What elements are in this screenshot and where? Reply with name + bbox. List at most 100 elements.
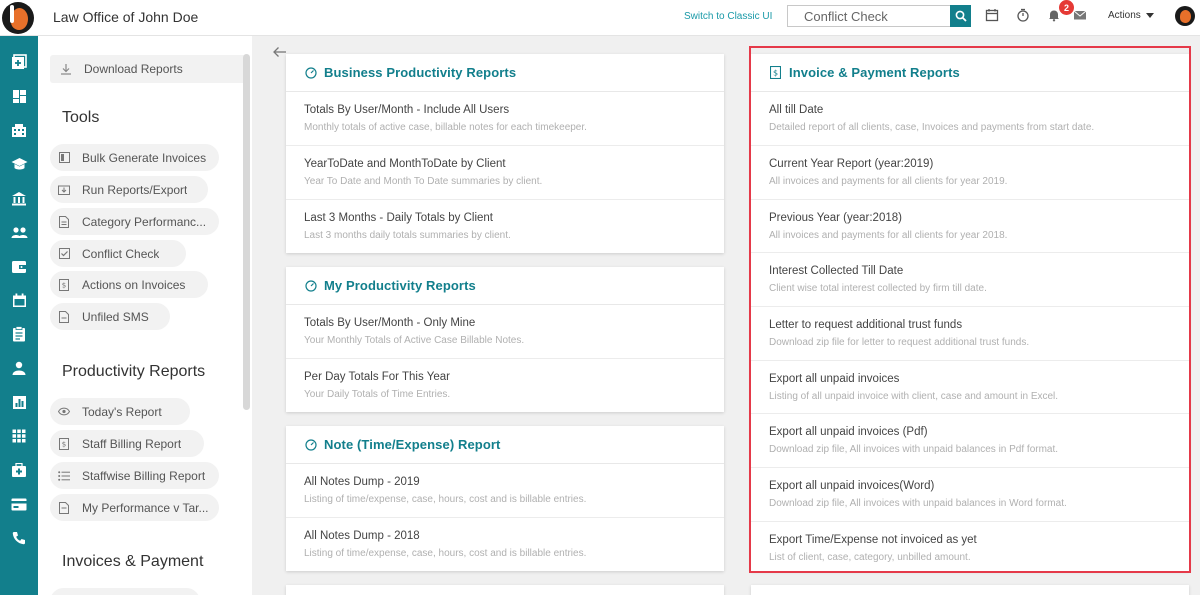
report-row[interactable]: YearToDate and MonthToDate by Client Yea…	[286, 146, 724, 200]
tool-run-reports-export[interactable]: Run Reports/Export	[50, 176, 208, 203]
speedometer-icon	[304, 279, 317, 292]
rail-item-bank[interactable]	[0, 181, 38, 215]
card-title: Invoice & Payment Reports	[789, 65, 960, 80]
user-avatar[interactable]	[1175, 6, 1195, 26]
invoice-icon: $	[769, 66, 782, 79]
tool-conflict-check[interactable]: Conflict Check	[50, 240, 186, 267]
icon-rail	[0, 36, 38, 595]
rail-item-education[interactable]	[0, 147, 38, 181]
search-button[interactable]	[950, 5, 971, 27]
bank-icon	[12, 191, 26, 205]
top-bar: Law Office of John Doe Switch to Classic…	[0, 0, 1200, 36]
app-logo[interactable]	[2, 2, 34, 34]
card-header: My Productivity Reports	[286, 267, 724, 305]
rail-item-wallet[interactable]	[0, 249, 38, 283]
report-title: Current Year Report (year:2019)	[769, 158, 934, 170]
report-row[interactable]: Export Time/Expense not invoiced as yet …	[751, 522, 1189, 571]
tool-unfiled-sms[interactable]: Unfiled SMS	[50, 303, 170, 330]
envelope-icon	[1073, 10, 1087, 20]
rail-item-users[interactable]	[0, 215, 38, 249]
download-icon	[60, 63, 72, 75]
svg-text:$: $	[773, 69, 778, 78]
messages-button[interactable]	[1071, 6, 1089, 24]
report-row[interactable]: Current Year Report (year:2019) All invo…	[751, 146, 1189, 200]
rail-item-medical[interactable]	[0, 453, 38, 487]
tool-bulk-generate-invoices[interactable]: Bulk Generate Invoices	[50, 144, 219, 171]
export-icon	[58, 184, 70, 196]
card-header: Business Productivity Reports	[286, 54, 724, 92]
report-label: My Performance v Tar...	[82, 500, 209, 515]
note-time-expense-card: Note (Time/Expense) Report All Notes Dum…	[286, 426, 724, 571]
report-my-performance[interactable]: My Performance v Tar...	[50, 494, 219, 521]
report-title: Interest Collected Till Date	[769, 265, 904, 277]
actions-dropdown[interactable]: Actions	[1108, 10, 1154, 21]
report-subtitle: Last 3 months daily totals summaries by …	[304, 230, 511, 241]
next-card-partial	[751, 585, 1189, 595]
report-title: Export all unpaid invoices (Pdf)	[769, 426, 928, 438]
report-todays-report[interactable]: Today's Report	[50, 398, 190, 425]
report-staffwise-billing[interactable]: Staffwise Billing Report	[50, 462, 219, 489]
report-row[interactable]: Last 3 Months - Daily Totals by Client L…	[286, 200, 724, 253]
rail-item-calendar[interactable]	[0, 283, 38, 317]
rail-item-buildings[interactable]	[0, 113, 38, 147]
report-row[interactable]: Letter to request additional trust funds…	[751, 307, 1189, 361]
switch-classic-ui-link[interactable]: Switch to Classic UI	[684, 11, 772, 22]
invoices-payment-heading: Invoices & Payment	[62, 553, 204, 570]
report-row[interactable]: Totals By User/Month - Include All Users…	[286, 92, 724, 146]
timer-button[interactable]	[1014, 6, 1032, 24]
card-header: Note (Time/Expense) Report	[286, 426, 724, 464]
conflict-check-search	[787, 5, 971, 27]
report-row[interactable]: Export all unpaid invoices Listing of al…	[751, 361, 1189, 414]
rail-item-reports[interactable]	[0, 385, 38, 419]
tools-heading: Tools	[62, 109, 100, 126]
report-row[interactable]: All till Date Detailed report of all cli…	[751, 92, 1189, 146]
productivity-reports-heading: Productivity Reports	[62, 363, 206, 380]
tool-category-performance[interactable]: Category Performanc...	[50, 208, 219, 235]
invoice-icon: $	[58, 437, 70, 450]
calendar-button[interactable]	[983, 6, 1001, 24]
report-title: Last 3 Months - Daily Totals by Client	[304, 212, 493, 224]
calendar-icon	[12, 293, 26, 307]
business-productivity-card: Business Productivity Reports Totals By …	[286, 54, 724, 253]
report-row[interactable]: Totals By User/Month - Only Mine Your Mo…	[286, 305, 724, 359]
report-subtitle: Your Monthly Totals of Active Case Billa…	[304, 335, 525, 346]
app-title: Law Office of John Doe	[53, 9, 199, 25]
report-title: Export Time/Expense not invoiced as yet	[769, 534, 977, 546]
report-subtitle: List of client, case, category, unbilled…	[769, 552, 971, 563]
calendar-icon	[985, 9, 999, 22]
download-reports-button[interactable]: Download Reports	[50, 55, 250, 83]
report-title: Per Day Totals For This Year	[304, 371, 450, 383]
dashboard-icon	[12, 89, 26, 103]
report-row[interactable]: Export all unpaid invoices(Word) Downloa…	[751, 468, 1189, 522]
tool-label: Unfiled SMS	[82, 309, 149, 324]
rail-item-contacts[interactable]	[0, 351, 38, 385]
left-panel-scrollbar[interactable]	[243, 54, 250, 410]
report-row[interactable]: All Notes Dump - 2019 Listing of time/ex…	[286, 464, 724, 518]
report-row[interactable]: Interest Collected Till Date Client wise…	[751, 253, 1189, 307]
medical-box-icon	[12, 462, 26, 477]
report-subtitle: Listing of time/expense, case, hours, co…	[304, 548, 587, 559]
report-subtitle: Your Daily Totals of Time Entries.	[304, 389, 451, 400]
rail-item-billing[interactable]	[0, 487, 38, 521]
reports-menu-panel: Download Reports Tools Bulk Generate Inv…	[38, 36, 252, 595]
rail-item-add[interactable]	[0, 45, 38, 79]
report-row[interactable]: Export all unpaid invoices (Pdf) Downloa…	[751, 414, 1189, 468]
report-row[interactable]: Previous Year (year:2018) All invoices a…	[751, 200, 1189, 253]
conflict-check-input[interactable]	[788, 6, 950, 26]
stopwatch-icon	[1017, 8, 1029, 22]
rail-item-apps[interactable]	[0, 419, 38, 453]
rail-item-dashboard[interactable]	[0, 79, 38, 113]
tool-actions-on-invoices[interactable]: $ Actions on Invoices	[50, 271, 208, 298]
report-staff-billing[interactable]: $ Staff Billing Report	[50, 430, 204, 457]
report-title: Letter to request additional trust funds	[769, 319, 963, 331]
report-title: Totals By User/Month - Include All Users	[304, 104, 510, 116]
report-row[interactable]: Per Day Totals For This Year Your Daily …	[286, 359, 724, 412]
rail-item-calls[interactable]	[0, 521, 38, 555]
report-subtitle: Listing of time/expense, case, hours, co…	[304, 494, 587, 505]
report-subtitle: Monthly totals of active case, billable …	[304, 122, 587, 133]
phone-icon	[12, 532, 25, 545]
report-row[interactable]: All Notes Dump - 2018 Listing of time/ex…	[286, 518, 724, 571]
rail-item-tasks[interactable]	[0, 317, 38, 351]
my-productivity-card: My Productivity Reports Totals By User/M…	[286, 267, 724, 412]
invoices-payment-item[interactable]	[50, 588, 200, 595]
